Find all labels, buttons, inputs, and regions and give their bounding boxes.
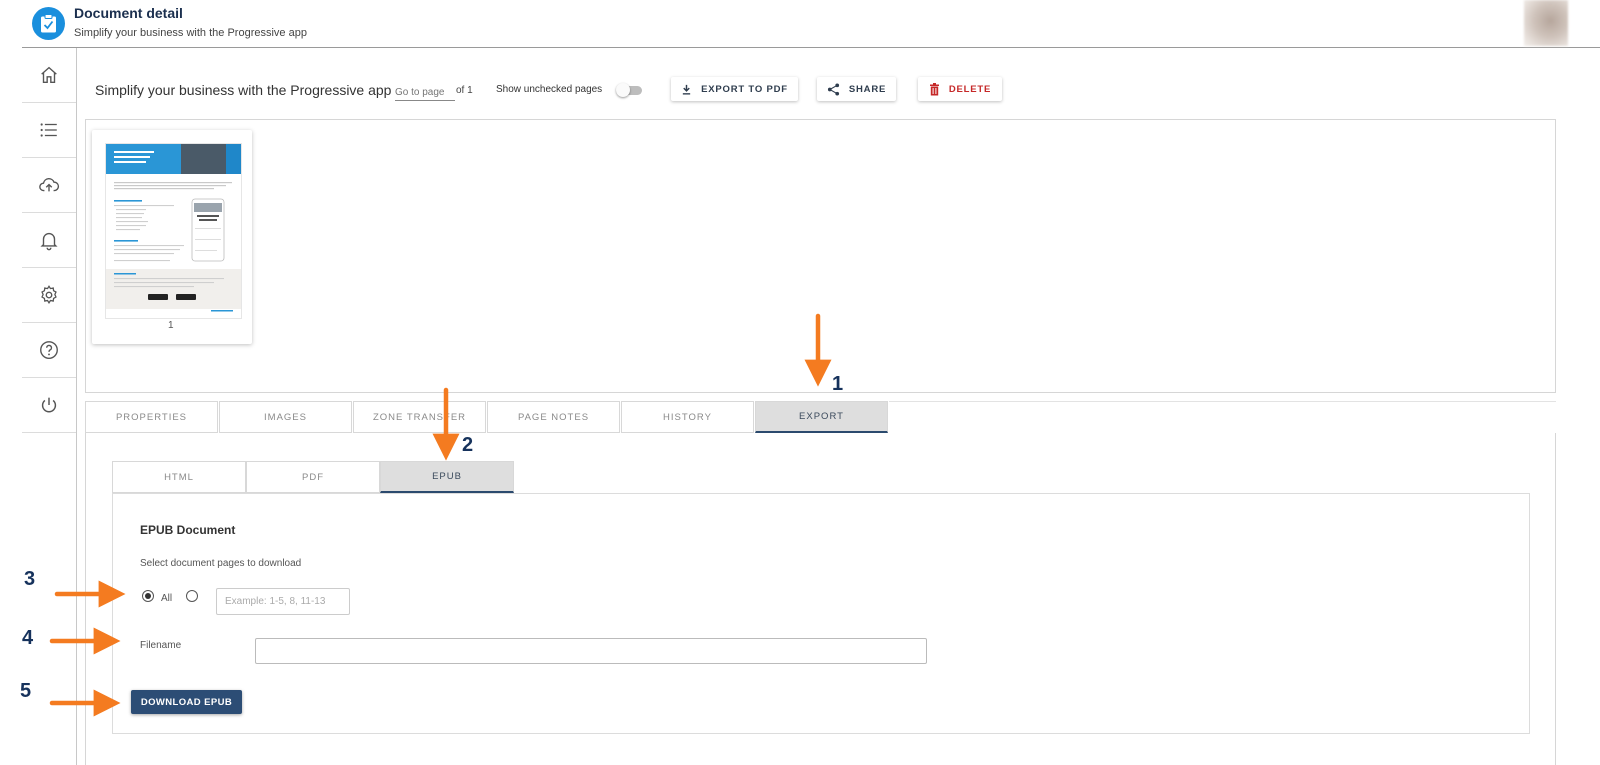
share-label: SHARE — [848, 83, 887, 95]
tabs-divider — [889, 401, 1556, 402]
share-icon — [827, 82, 839, 96]
tab-page-notes[interactable]: PAGE NOTES — [487, 401, 620, 433]
page-preview-area — [85, 119, 1556, 393]
gear-icon — [41, 285, 57, 304]
radio-all-label: All — [161, 593, 173, 604]
tab-properties[interactable]: PROPERTIES — [85, 401, 218, 433]
sidebar-item-upload[interactable] — [22, 158, 76, 213]
tab-zone-transfer[interactable]: ZONE TRANSFER — [353, 401, 486, 433]
sidebar-item-notifications[interactable] — [22, 213, 76, 268]
sidebar-item-settings[interactable] — [22, 268, 76, 323]
page-title: Document detail — [74, 5, 183, 21]
download-icon — [682, 84, 691, 95]
delete-button[interactable]: DELETE — [918, 77, 1002, 101]
share-button[interactable]: SHARE — [817, 77, 896, 101]
help-icon — [40, 341, 58, 359]
annotation-number-2: 2 — [462, 434, 474, 456]
tab-export[interactable]: EXPORT — [755, 401, 888, 433]
sidebar-item-list[interactable] — [22, 103, 76, 158]
tab-epub[interactable]: EPUB — [380, 461, 514, 493]
app-header — [0, 0, 1600, 48]
filename-label: Filename — [140, 640, 182, 651]
clipboard-check-icon — [41, 14, 56, 33]
tab-html[interactable]: HTML — [112, 461, 246, 493]
page-thumbnail-image — [105, 143, 242, 319]
page-count: of 1 — [456, 85, 473, 96]
select-pages-label: Select document pages to download — [140, 558, 302, 569]
document-page-preview — [106, 144, 241, 312]
export-to-pdf-button[interactable]: EXPORT TO PDF — [671, 77, 798, 101]
document-title: Simplify your business with the Progress… — [95, 82, 392, 98]
radio-page-range[interactable] — [186, 590, 198, 602]
app-logo — [32, 7, 65, 40]
home-icon — [41, 66, 57, 84]
tab-history[interactable]: HISTORY — [621, 401, 754, 433]
bell-icon — [40, 232, 58, 251]
tab-images[interactable]: IMAGES — [219, 401, 352, 433]
filename-input[interactable] — [255, 638, 927, 664]
toggle-knob — [616, 83, 630, 97]
sidebar-item-logout[interactable] — [22, 378, 76, 433]
delete-label: DELETE — [948, 83, 992, 95]
sidebar-item-home[interactable] — [22, 48, 76, 103]
cloud-upload-icon — [39, 178, 60, 192]
annotation-number-5: 5 — [20, 680, 32, 702]
go-to-page-input[interactable] — [395, 84, 455, 101]
trash-icon — [929, 82, 939, 95]
annotation-number-4: 4 — [22, 627, 34, 649]
epub-heading: EPUB Document — [140, 523, 236, 537]
annotation-number-1: 1 — [832, 373, 844, 395]
power-icon — [41, 397, 57, 413]
annotation-number-3: 3 — [24, 568, 36, 590]
sidebar — [22, 48, 77, 765]
header-divider — [22, 47, 1600, 48]
sidebar-item-help[interactable] — [22, 323, 76, 378]
download-epub-button[interactable]: DOWNLOAD EPUB — [131, 690, 242, 714]
export-to-pdf-label: EXPORT TO PDF — [701, 83, 788, 95]
radio-all-pages[interactable] — [142, 590, 154, 602]
list-icon — [40, 123, 57, 137]
thumbnail-page-number: 1 — [168, 320, 174, 331]
tab-pdf[interactable]: PDF — [246, 461, 380, 493]
page-range-input[interactable] — [216, 588, 350, 615]
show-unchecked-label: Show unchecked pages — [496, 84, 603, 95]
page-subtitle: Simplify your business with the Progress… — [74, 27, 307, 39]
avatar[interactable] — [1524, 0, 1568, 46]
show-unchecked-toggle[interactable] — [616, 83, 642, 97]
